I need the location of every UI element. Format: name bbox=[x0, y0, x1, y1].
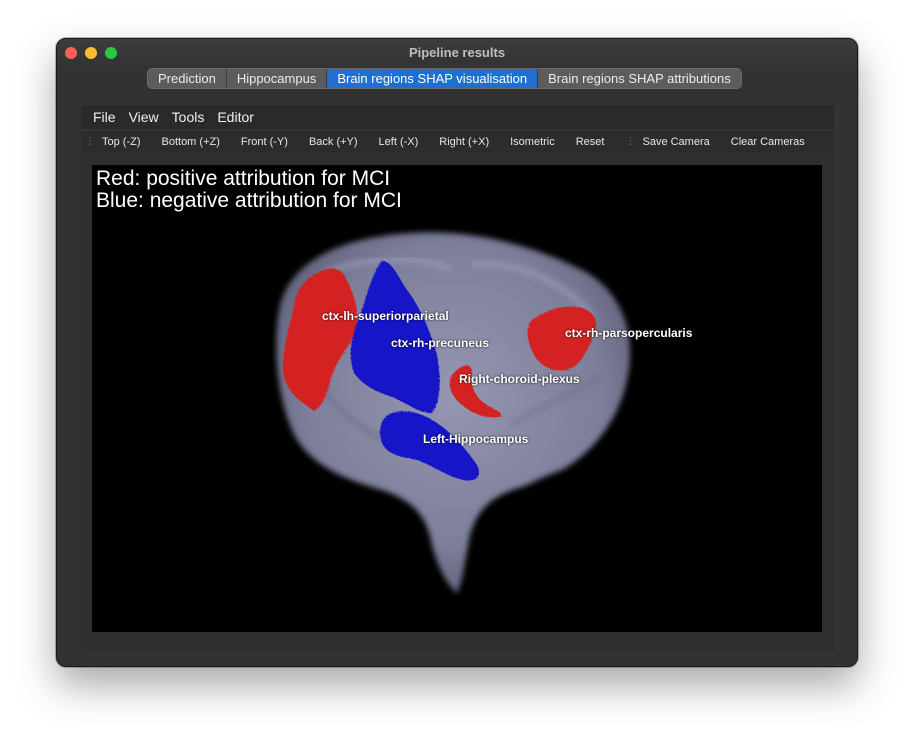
camera-left-button[interactable]: Left (-X) bbox=[379, 136, 419, 148]
menu-file[interactable]: File bbox=[93, 109, 116, 125]
app-window: Pipeline results Prediction Hippocampus … bbox=[56, 38, 858, 667]
camera-bottom-button[interactable]: Bottom (+Z) bbox=[162, 136, 220, 148]
tab-content: File View Tools Editor ⋮ Top (-Z) Bottom… bbox=[81, 105, 834, 653]
region-label-precuneus: ctx-rh-precuneus bbox=[391, 336, 490, 350]
menu-bar: File View Tools Editor bbox=[81, 105, 834, 129]
menu-tools[interactable]: Tools bbox=[172, 109, 205, 125]
legend-positive-text: Red: positive attribution for MCI bbox=[96, 167, 391, 190]
tab-brain-regions-shap-visualisation[interactable]: Brain regions SHAP visualisation bbox=[327, 69, 539, 88]
menu-editor[interactable]: Editor bbox=[217, 109, 254, 125]
tab-hippocampus[interactable]: Hippocampus bbox=[226, 69, 328, 88]
region-label-parsopercularis: ctx-rh-parsopercularis bbox=[565, 326, 693, 340]
camera-reset-button[interactable]: Reset bbox=[576, 136, 605, 148]
camera-back-button[interactable]: Back (+Y) bbox=[309, 136, 358, 148]
legend-negative-text: Blue: negative attribution for MCI bbox=[96, 189, 402, 212]
tab-prediction[interactable]: Prediction bbox=[148, 69, 227, 88]
title-bar[interactable]: Pipeline results bbox=[57, 39, 857, 67]
camera-toolbar: ⋮ Top (-Z) Bottom (+Z) Front (-Y) Back (… bbox=[81, 130, 834, 152]
menu-view[interactable]: View bbox=[129, 109, 159, 125]
region-label-hippocampus: Left-Hippocampus bbox=[423, 432, 529, 446]
camera-front-button[interactable]: Front (-Y) bbox=[241, 136, 288, 148]
tab-brain-regions-shap-attributions[interactable]: Brain regions SHAP attributions bbox=[538, 69, 741, 88]
attribution-legend: Red: positive attribution for MCI Blue: … bbox=[96, 168, 402, 212]
tab-bar: Prediction Hippocampus Brain regions SHA… bbox=[147, 68, 742, 89]
toolbar-grip-handle[interactable]: ⋮ bbox=[85, 136, 95, 147]
save-camera-button[interactable]: Save Camera bbox=[642, 136, 709, 148]
region-label-superiorparietal: ctx-lh-superiorparietal bbox=[322, 309, 449, 323]
camera-isometric-button[interactable]: Isometric bbox=[510, 136, 555, 148]
camera-right-button[interactable]: Right (+X) bbox=[439, 136, 489, 148]
3d-viewport[interactable]: Red: positive attribution for MCI Blue: … bbox=[92, 165, 822, 632]
region-label-choroid-plexus: Right-choroid-plexus bbox=[459, 372, 580, 386]
brain-render bbox=[276, 232, 630, 593]
camera-top-button[interactable]: Top (-Z) bbox=[102, 136, 141, 148]
toolbar-grip-handle[interactable]: ⋮ bbox=[625, 136, 635, 147]
window-title: Pipeline results bbox=[408, 45, 506, 60]
clear-cameras-button[interactable]: Clear Cameras bbox=[731, 136, 805, 148]
